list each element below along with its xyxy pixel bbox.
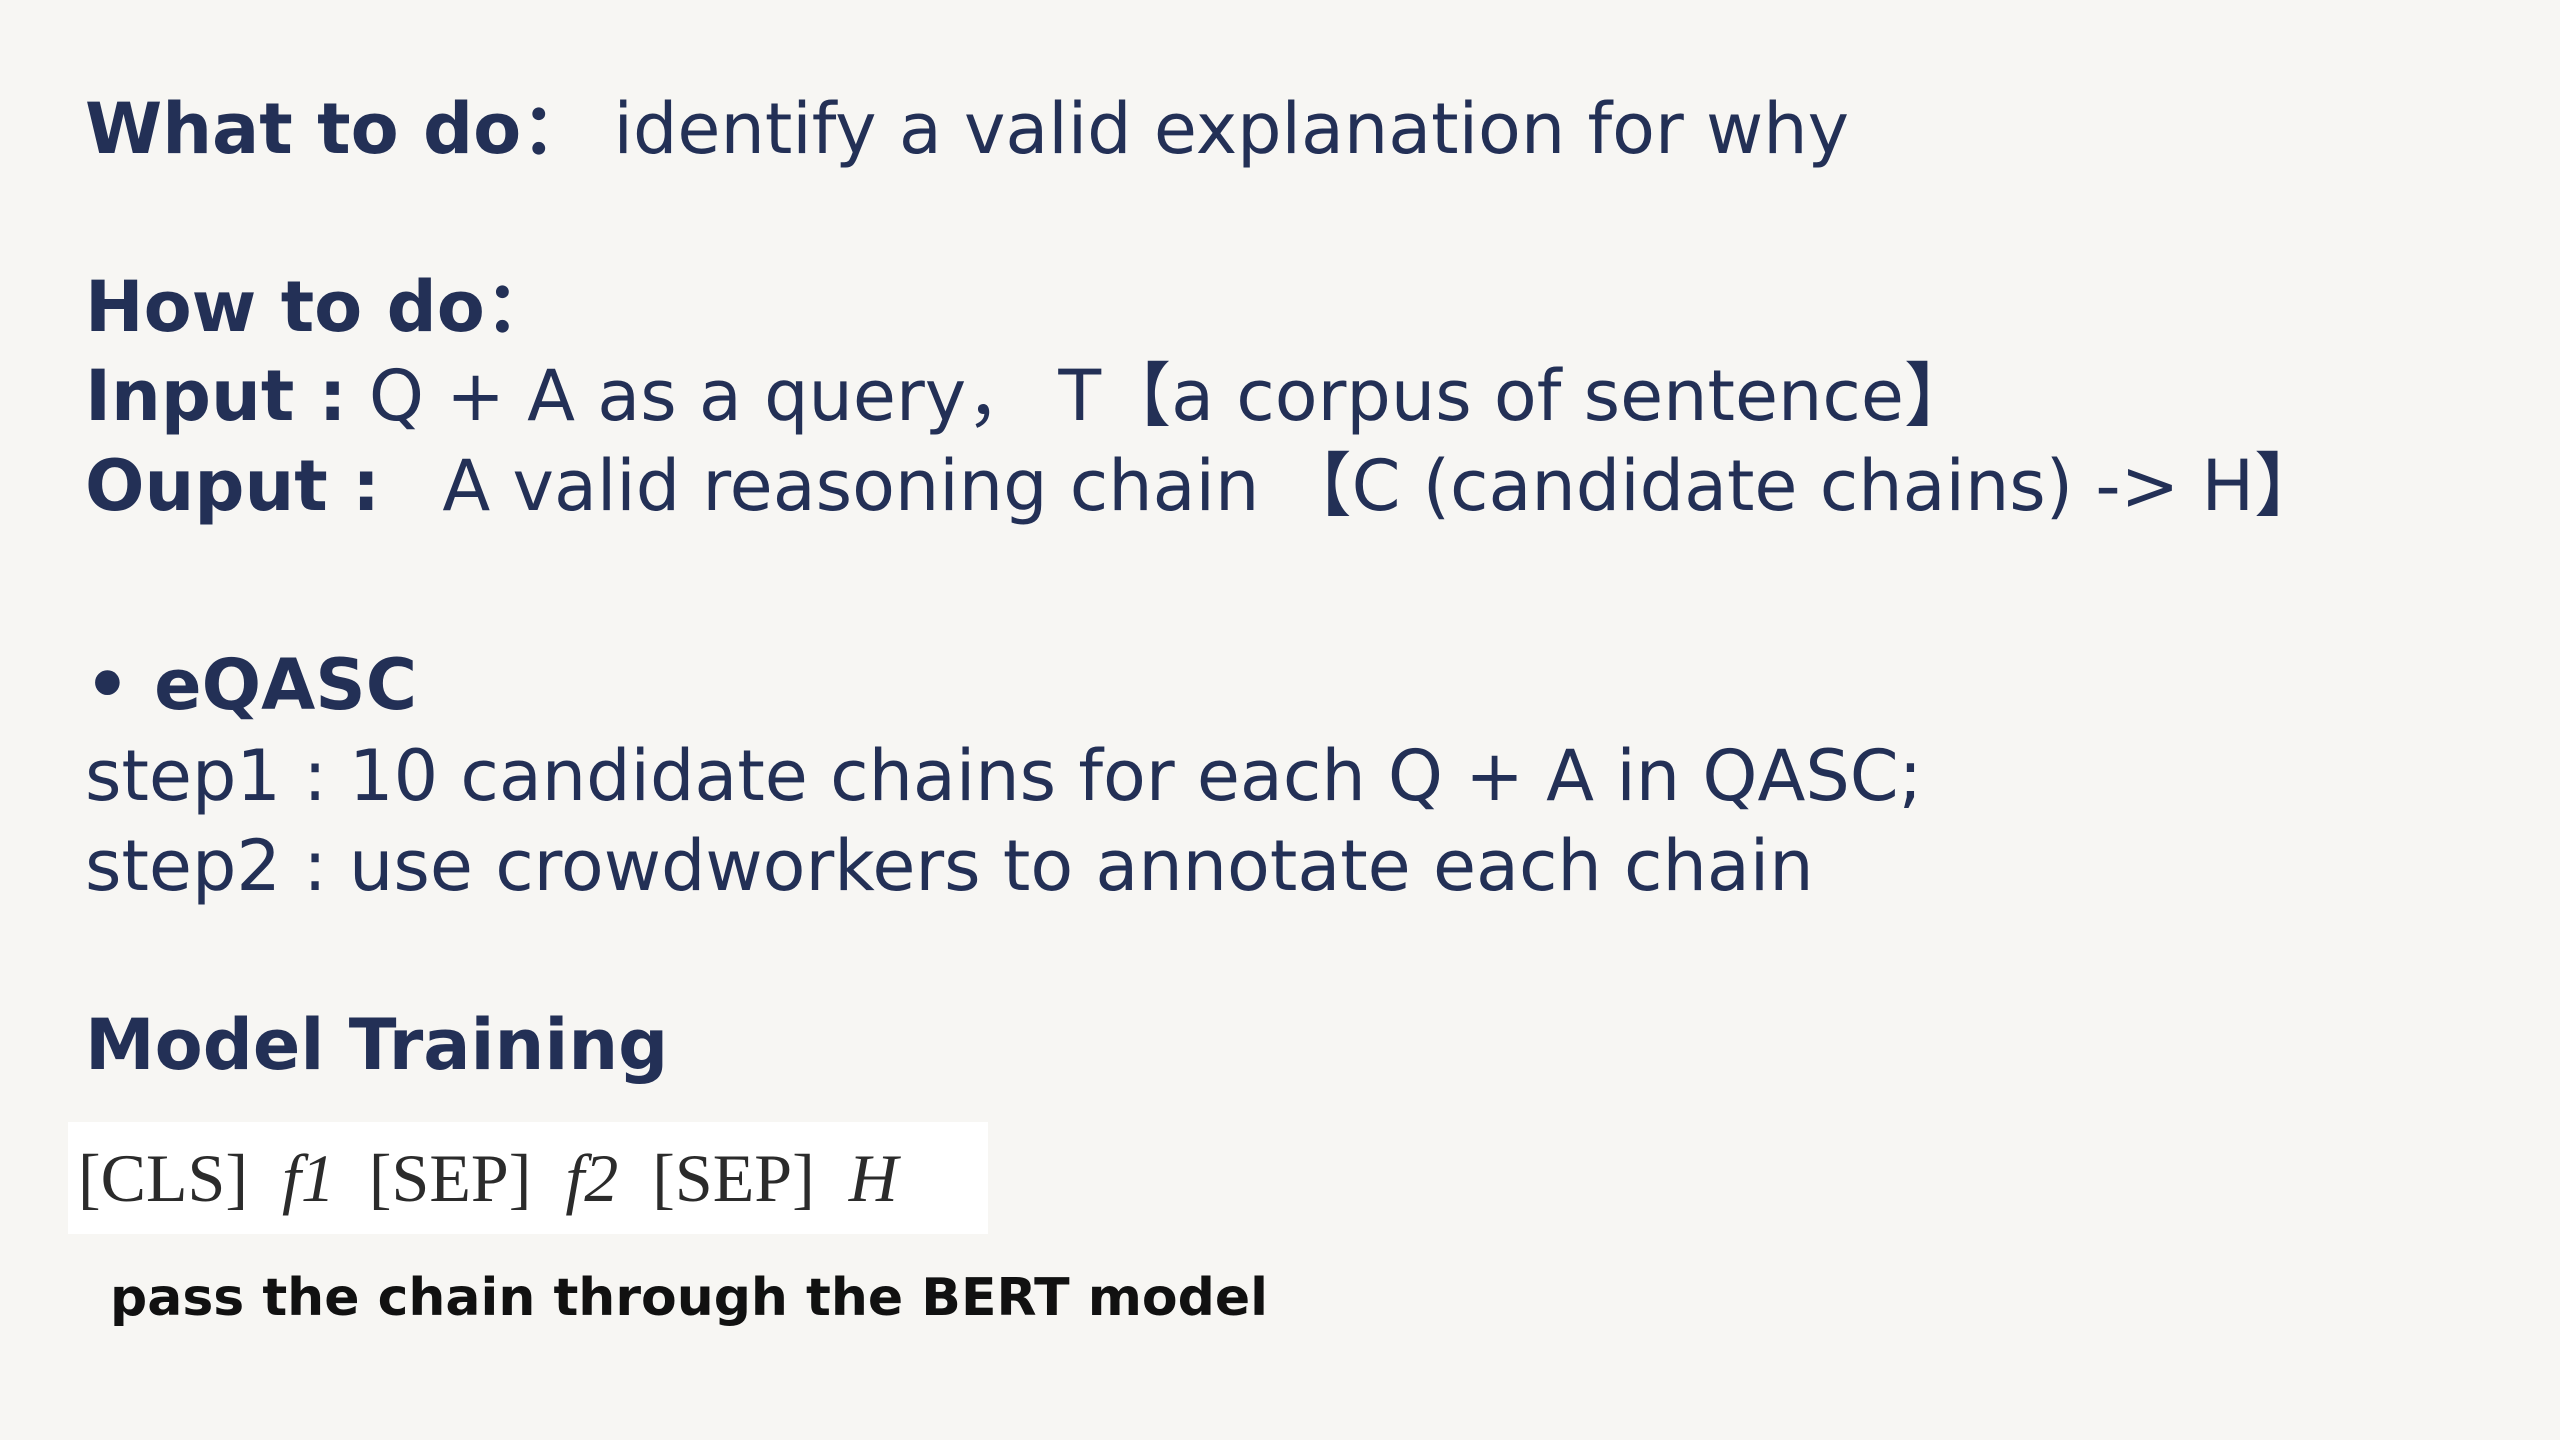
output-line: Ouput : A valid reasoning chain 【C (cand…	[85, 441, 2324, 531]
how-to-do-label: How to do：	[85, 266, 555, 348]
what-to-do-text: identify a valid explanation for why	[613, 88, 1850, 170]
formula-sep-1: [SEP]	[368, 1139, 532, 1216]
what-to-do-line: What to do： identify a valid explanation…	[85, 84, 1849, 174]
formula-sep-2: [SEP]	[652, 1139, 815, 1216]
formula-cls: [CLS]	[78, 1139, 248, 1216]
input-label: Input :	[85, 355, 347, 437]
input-text: Q + A as a query， T【a corpus of sentence…	[368, 355, 1974, 437]
what-to-do-label: What to do：	[85, 88, 592, 170]
formula-f1: f1	[282, 1139, 335, 1216]
input-line: Input : Q + A as a query， T【a corpus of …	[85, 351, 1974, 441]
eqasc-heading: • eQASC	[85, 640, 417, 730]
model-training-title: Model Training	[85, 1004, 669, 1086]
step2-text: step2 : use crowdworkers to annotate eac…	[85, 825, 1814, 907]
output-label: Ouput :	[85, 445, 381, 527]
formula-caption: pass the chain through the BERT model	[110, 1268, 1268, 1328]
formula-f2: f2	[565, 1139, 619, 1216]
eqasc-title: eQASC	[154, 644, 418, 726]
formula-h: H	[848, 1139, 898, 1216]
output-text: A valid reasoning chain 【C (candidate ch…	[442, 445, 2325, 527]
formula-image: [CLS] f1 [SEP] f2 [SEP] H	[68, 1122, 988, 1234]
step1-text: step1 : 10 candidate chains for each Q +…	[85, 735, 1923, 817]
bullet-icon: •	[85, 644, 130, 726]
